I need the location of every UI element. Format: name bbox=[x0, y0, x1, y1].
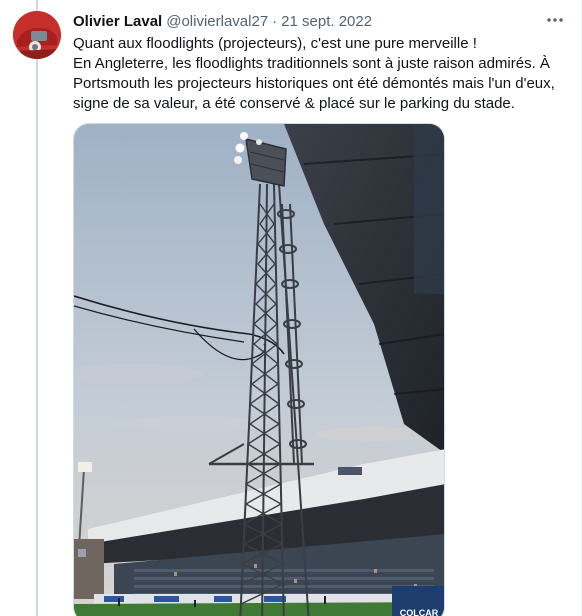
sponsor-sign-text: COLCAR bbox=[400, 608, 439, 616]
tweet-header: Olivier Laval @olivierlaval27 · 21 sept.… bbox=[73, 11, 372, 31]
thread-line bbox=[36, 0, 38, 616]
separator: · bbox=[272, 12, 278, 30]
pitch bbox=[74, 602, 444, 616]
distant-floodlight bbox=[78, 462, 92, 472]
author-name[interactable]: Olivier Laval bbox=[73, 13, 162, 30]
tweet-photo[interactable]: COLCAR bbox=[73, 123, 445, 616]
stadium-floodlight-photo: COLCAR bbox=[74, 124, 444, 616]
more-horizontal-icon[interactable] bbox=[544, 10, 566, 30]
avatar[interactable] bbox=[13, 11, 61, 59]
tweet-text: Quant aux floodlights (projecteurs), c'e… bbox=[73, 34, 569, 114]
tweet-date[interactable]: 21 sept. 2022 bbox=[281, 13, 372, 30]
tweet-text-line-1: Quant aux floodlights (projecteurs), c'e… bbox=[73, 35, 477, 52]
author-handle[interactable]: @olivierlaval27 bbox=[166, 13, 268, 30]
tweet-text-line-2: En Angleterre, les floodlights tradition… bbox=[73, 55, 555, 112]
